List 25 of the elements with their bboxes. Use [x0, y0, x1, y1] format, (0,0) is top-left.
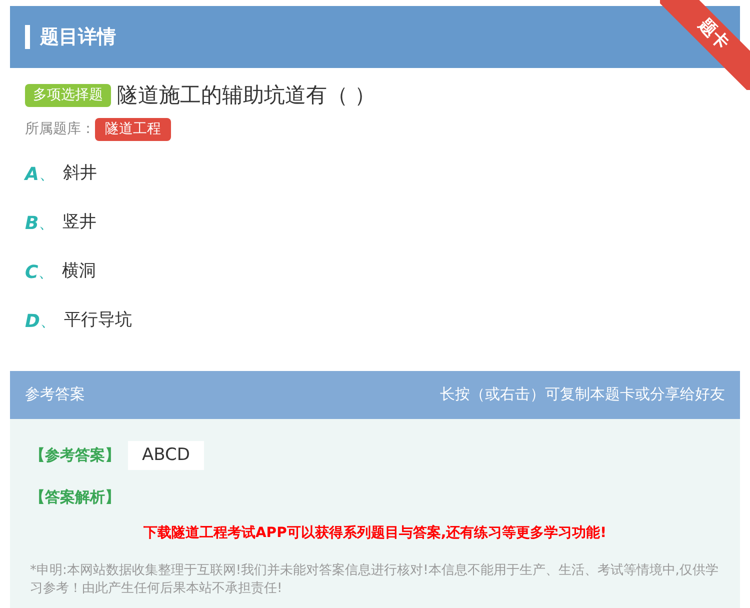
promo-text: 下载隧道工程考试APP可以获得系列题目与答案,还有练习等更多学习功能! [142, 524, 608, 542]
option-letter: B [25, 212, 39, 236]
option-letter: A [25, 162, 39, 186]
question-text: 隧道施工的辅助坑道有（ ） [117, 82, 376, 109]
answer-value: ABCD [128, 440, 204, 470]
share-hint: 长按（或右击）可复制本题卡或分享给好友 [440, 384, 725, 406]
option-text: 横洞 [62, 260, 96, 284]
option-text: 斜井 [62, 162, 97, 186]
option-text: 竖井 [62, 211, 97, 234]
accent-bar [25, 25, 30, 49]
option-separator: 、 [38, 212, 55, 234]
bank-tag[interactable]: 隧道工程 [95, 118, 171, 140]
page-title: 题目详情 [40, 24, 116, 50]
disclaimer-text: *申明:本网站数据收集整理于互联网!我们并未能对答案信息进行核对!本信息不能用于生产、生活、考试等情境中,仅供学习参考！由此产生任何后果本站不承担责任! [30, 562, 720, 598]
option-letter: D [25, 310, 40, 334]
section-title: 参考答案 [25, 384, 85, 406]
question-type-tag: 多项选择题 [25, 84, 111, 108]
option-separator: 、 [38, 261, 54, 283]
bank-label: 所属题库： [25, 120, 95, 138]
option-text: 平行导坑 [64, 309, 132, 332]
answer-label: 【参考答案】 [30, 445, 120, 466]
option-letter: C [25, 260, 38, 284]
option-separator: 、 [40, 310, 56, 332]
option-separator: 、 [38, 163, 55, 185]
analysis-label: 【答案解析】 [30, 487, 120, 508]
